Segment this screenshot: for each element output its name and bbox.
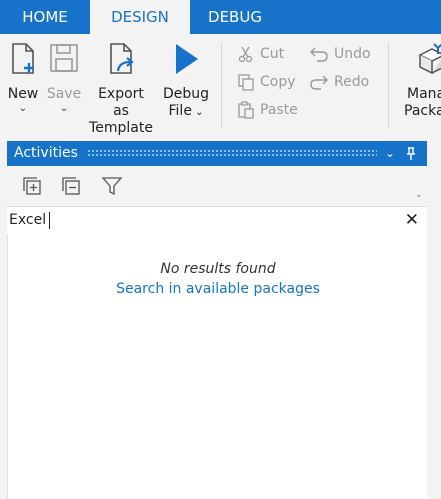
ribbon-tab-bar: HOME DESIGN DEBUG [0,0,441,34]
debug-file-button[interactable]: Debug File ⌄ [160,42,212,121]
pin-icon[interactable] [405,141,417,166]
tab-home[interactable]: HOME [0,0,90,34]
search-packages-link[interactable]: Search in available packages [8,281,428,297]
save-button[interactable]: Save ⌄ [45,42,83,114]
save-label: Save [46,86,82,102]
tab-design[interactable]: DESIGN [90,0,190,34]
filter-icon[interactable] [101,176,123,200]
undo-label: Undo [334,46,371,62]
paste-label: Paste [260,102,298,118]
package-box-icon [418,43,441,75]
ribbon: New ⌄ Save ⌄ Export as Template Debug Fi… [0,34,441,137]
play-icon [176,44,198,74]
right-panel-edge [427,141,441,499]
redo-label: Redo [334,74,370,90]
redo-icon [310,75,328,90]
chevron-down-icon[interactable]: ⌄ [3,104,43,114]
chevron-down-icon[interactable]: ⌄ [45,104,83,114]
copy-button[interactable]: Copy [237,71,296,93]
copy-icon [238,74,254,91]
debug-label-line2: File ⌄ [160,103,212,121]
activities-results: No results found Search in available pac… [7,234,429,499]
collapse-all-icon[interactable] [61,176,81,200]
chevron-down-icon[interactable]: ⌄ [385,141,395,166]
save-disk-icon [50,44,78,72]
no-results-message: No results found [160,261,276,277]
expand-all-icon[interactable] [22,176,42,200]
ribbon-separator [388,42,389,128]
paste-button[interactable]: Paste [237,99,298,121]
undo-icon [310,47,328,62]
overflow-chevron-icon[interactable]: ⌄ [415,190,423,200]
export-label-line1: Export as [98,86,144,119]
activities-panel-header[interactable]: Activities ⌄ [7,141,427,166]
cut-label: Cut [260,46,285,62]
copy-label: Copy [260,74,296,90]
undo-button[interactable]: Undo [309,43,371,65]
new-button[interactable]: New ⌄ [3,42,43,114]
debug-label-line1: Debug [162,86,210,102]
search-input[interactable] [9,210,389,230]
manage-label-line2: Packa [404,103,441,119]
ribbon-separator [221,42,222,128]
export-template-button[interactable]: Export as Template [88,42,154,137]
cut-button[interactable]: Cut [237,43,284,65]
debug-file-label: File [168,103,192,119]
redo-button[interactable]: Redo [309,71,369,93]
activities-toolbar: ⌄ [7,166,427,206]
export-template-icon [110,43,134,74]
tab-debug[interactable]: DEBUG [190,0,280,34]
activities-search-box[interactable]: ✕ [7,206,427,235]
new-label: New [7,86,39,102]
panel-title: Activities [14,145,78,161]
chevron-down-icon[interactable]: ⌄ [192,107,203,118]
manage-label-line1: Mana [407,86,441,102]
new-file-icon [12,43,34,74]
clear-search-icon[interactable]: ✕ [405,210,419,230]
export-label-line2: Template [89,120,153,136]
manage-packages-button[interactable]: Mana Packa [402,42,441,120]
text-caret [49,212,50,229]
drag-grip[interactable] [87,149,377,158]
scissors-icon [238,46,253,63]
paste-clipboard-icon [238,101,254,119]
